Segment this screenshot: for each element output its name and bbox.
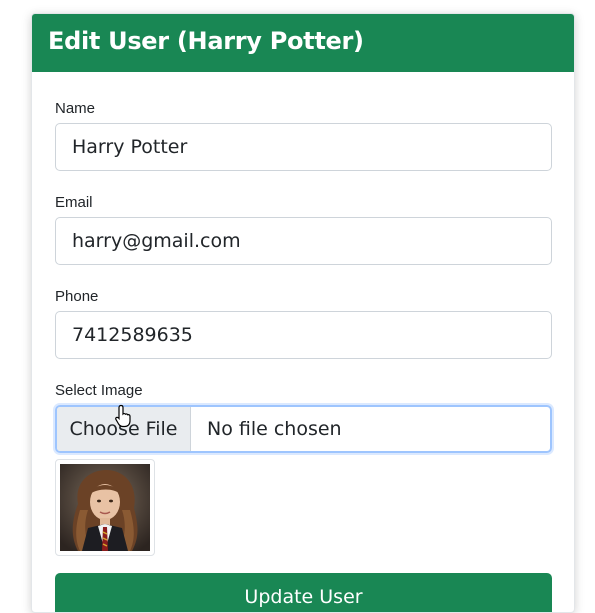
image-group: Select Image Choose File No file chosen bbox=[55, 382, 552, 453]
user-photo bbox=[60, 464, 150, 551]
name-group: Name bbox=[55, 100, 552, 171]
phone-group: Phone bbox=[55, 288, 552, 359]
phone-label: Phone bbox=[55, 288, 99, 305]
page-title: Edit User (Harry Potter) bbox=[48, 27, 364, 55]
email-group: Email bbox=[55, 194, 552, 265]
name-field[interactable] bbox=[55, 123, 552, 171]
choose-file-button[interactable]: Choose File bbox=[57, 407, 191, 451]
file-status-text: No file chosen bbox=[207, 418, 342, 440]
user-image-thumbnail bbox=[55, 459, 155, 556]
name-label: Name bbox=[55, 100, 96, 117]
email-field[interactable] bbox=[55, 217, 552, 265]
update-user-button[interactable]: Update User bbox=[55, 573, 552, 612]
phone-field[interactable] bbox=[55, 311, 552, 359]
email-label: Email bbox=[55, 194, 93, 211]
image-label: Select Image bbox=[55, 382, 143, 399]
card-header: Edit User (Harry Potter) bbox=[32, 14, 574, 72]
edit-user-card: Edit User (Harry Potter) Name Email Phon… bbox=[31, 13, 575, 613]
image-file-input[interactable]: Choose File No file chosen bbox=[55, 405, 552, 453]
edit-user-form: Name Email Phone Select Image Choose Fil… bbox=[32, 72, 574, 612]
